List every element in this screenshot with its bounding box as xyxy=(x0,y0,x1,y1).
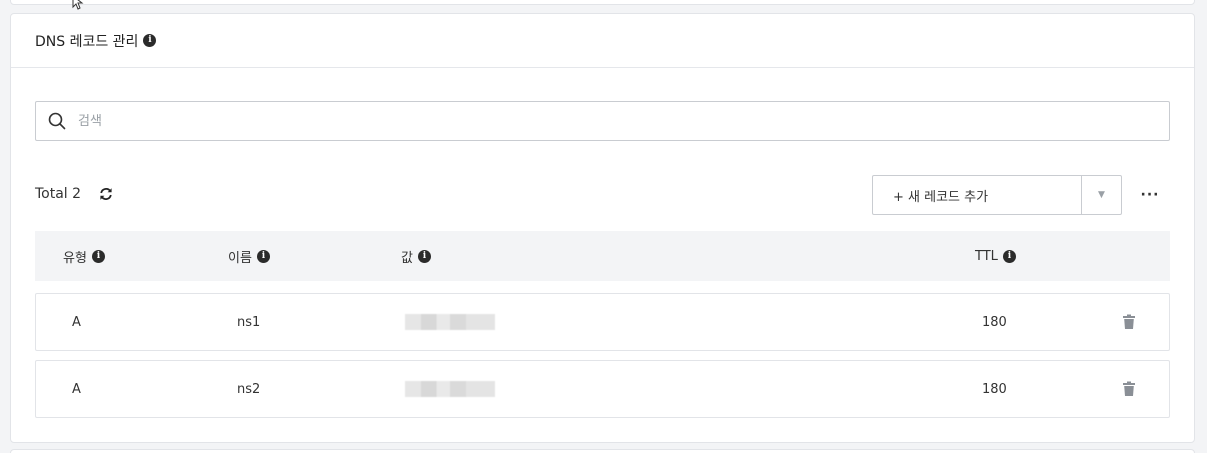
refresh-icon[interactable] xyxy=(99,187,113,201)
trash-icon xyxy=(1123,381,1135,396)
more-options-button[interactable]: ··· xyxy=(1139,184,1161,206)
add-record-button[interactable]: + 새 레코드 추가 xyxy=(873,176,1082,214)
column-header-name[interactable]: 이름 i xyxy=(228,247,270,266)
next-card xyxy=(10,449,1195,453)
search-input[interactable] xyxy=(78,113,1078,129)
card-header: DNS 레코드 관리 i xyxy=(11,14,1194,68)
total-count: Total 2 xyxy=(35,186,113,202)
previous-card xyxy=(10,0,1195,5)
column-header-ttl[interactable]: TTL i xyxy=(975,249,1016,264)
add-record-split-button: + 새 레코드 추가 ▼ xyxy=(872,175,1122,215)
column-header-value[interactable]: 값 i xyxy=(401,247,431,266)
info-icon[interactable]: i xyxy=(91,249,105,263)
page-title: DNS 레코드 관리 xyxy=(35,33,139,50)
record-type: A xyxy=(72,381,81,397)
info-icon[interactable]: i xyxy=(1002,249,1016,263)
search-icon xyxy=(48,112,66,130)
info-icon[interactable]: i xyxy=(143,34,157,47)
record-name: ns1 xyxy=(237,314,261,330)
mouse-cursor-icon xyxy=(72,0,84,10)
search-box[interactable] xyxy=(35,101,1170,141)
dns-record-card: DNS 레코드 관리 i Total 2 + 새 레코드 추가 ▼ ··· 유형… xyxy=(10,13,1195,443)
table-header: 유형 i 이름 i 값 i TTL i xyxy=(35,231,1170,281)
trash-icon xyxy=(1123,314,1135,329)
record-type: A xyxy=(72,314,81,330)
add-record-dropdown[interactable]: ▼ xyxy=(1082,176,1121,214)
delete-button[interactable] xyxy=(1122,294,1136,350)
record-value-redacted xyxy=(405,294,495,350)
record-name: ns2 xyxy=(237,381,261,397)
record-value-redacted xyxy=(405,361,495,417)
record-ttl: 180 xyxy=(982,314,1007,330)
info-icon[interactable]: i xyxy=(256,249,270,263)
column-header-type[interactable]: 유형 i xyxy=(63,247,105,266)
delete-button[interactable] xyxy=(1122,361,1136,417)
chevron-down-icon: ▼ xyxy=(1098,190,1105,200)
info-icon[interactable]: i xyxy=(417,249,431,263)
table-row[interactable]: A ns2 180 xyxy=(35,360,1170,418)
total-label: Total 2 xyxy=(35,186,82,202)
record-ttl: 180 xyxy=(982,381,1007,397)
table-row[interactable]: A ns1 180 xyxy=(35,293,1170,351)
